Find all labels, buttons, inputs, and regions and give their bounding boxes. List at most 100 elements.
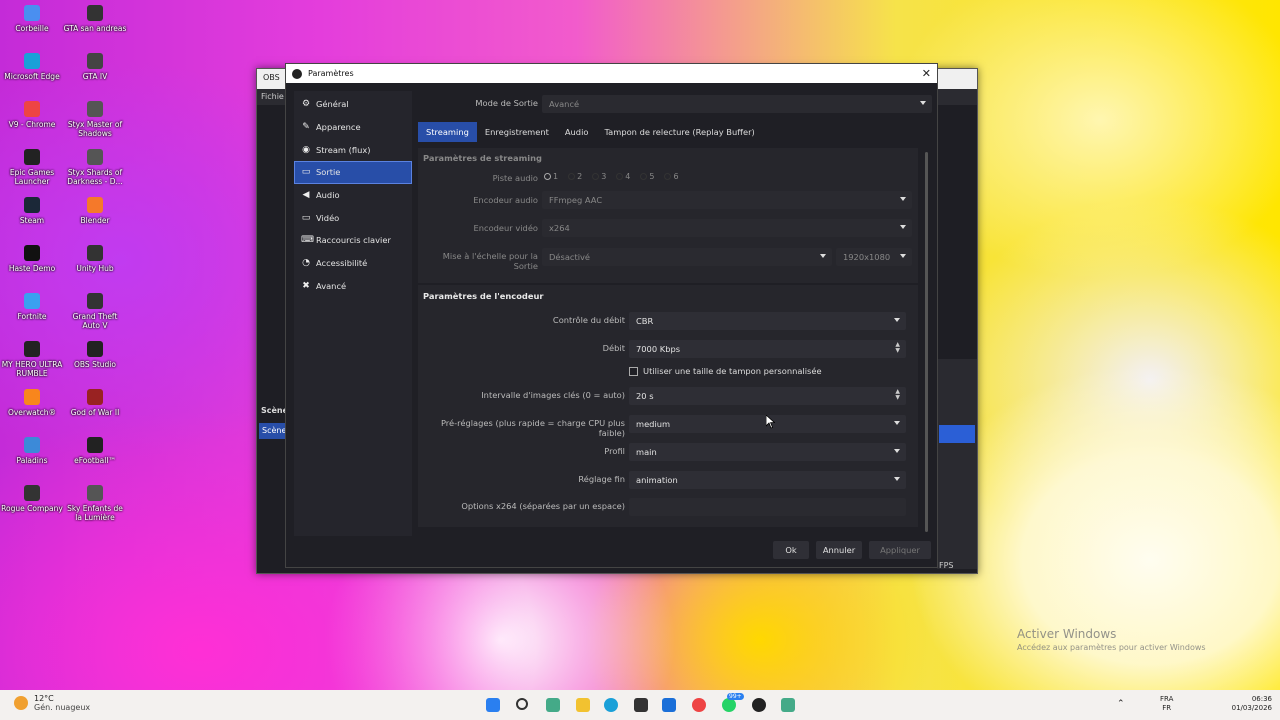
audio-track-radio[interactable]: 3 bbox=[592, 172, 606, 181]
profile-select[interactable]: main bbox=[629, 443, 906, 461]
desktop-icon[interactable]: GTA san andreas bbox=[63, 5, 127, 33]
desktop-icon[interactable]: eFootball™ bbox=[63, 437, 127, 465]
tab-3[interactable]: Tampon de relecture (Replay Buffer) bbox=[596, 122, 762, 142]
app-icon[interactable] bbox=[781, 698, 795, 712]
app-icon bbox=[24, 293, 40, 309]
desktop-icon[interactable]: Paladins bbox=[0, 437, 64, 465]
close-icon[interactable]: ✕ bbox=[922, 67, 931, 80]
desktop-icon[interactable]: Blender bbox=[63, 197, 127, 225]
output-mode-select[interactable]: Avancé bbox=[542, 95, 932, 113]
audio-track-radio[interactable]: 2 bbox=[568, 172, 582, 181]
sidebar-item-4[interactable]: ◀ Audio bbox=[294, 184, 412, 207]
desktop-icon-label: GTA IV bbox=[82, 72, 108, 81]
sidebar-item-label: Général bbox=[316, 99, 349, 110]
desktop-icon-label: Sky Enfants de la Lumière bbox=[67, 504, 123, 522]
rescale-select[interactable]: Désactivé bbox=[542, 248, 832, 266]
whatsapp-icon[interactable] bbox=[722, 698, 736, 712]
desktop-icon[interactable]: GTA IV bbox=[63, 53, 127, 81]
desktop-icon[interactable]: Styx Shards of Darkness - D... bbox=[63, 149, 127, 186]
search-icon[interactable] bbox=[516, 698, 528, 710]
sidebar-item-5[interactable]: ▭ Vidéo bbox=[294, 206, 412, 229]
desktop-icon[interactable]: Epic Games Launcher bbox=[0, 149, 64, 186]
audio-track-radio[interactable]: 5 bbox=[640, 172, 654, 181]
tune-label: Réglage fin bbox=[578, 474, 625, 484]
desktop-icon[interactable]: Microsoft Edge bbox=[0, 53, 64, 81]
radio-icon bbox=[640, 173, 648, 180]
sidebar-icon: ⌨ bbox=[301, 235, 314, 246]
sidebar-icon: ▭ bbox=[301, 167, 311, 178]
app-icon bbox=[87, 53, 103, 69]
app-icon bbox=[87, 389, 103, 405]
settings-scrollbar[interactable] bbox=[925, 152, 928, 532]
audio-encoder-select[interactable]: FFmpeg AAC bbox=[542, 191, 912, 209]
sidebar-item-6[interactable]: ⌨ Raccourcis clavier bbox=[294, 229, 412, 252]
sidebar-item-7[interactable]: ◔ Accessibilité bbox=[294, 252, 412, 275]
desktop-icon[interactable]: Fortnite bbox=[0, 293, 64, 321]
audio-track-radio[interactable]: 4 bbox=[616, 172, 630, 181]
start-icon[interactable] bbox=[486, 698, 500, 712]
desktop-icon[interactable]: Haste Demo bbox=[0, 245, 64, 273]
spin-arrows-icon[interactable]: ▲ ▼ bbox=[895, 342, 900, 354]
desktop-icon[interactable]: V9 - Chrome bbox=[0, 101, 64, 129]
tab-0[interactable]: Streaming bbox=[418, 122, 477, 142]
rescale-resolution-select[interactable]: 1920x1080 bbox=[836, 248, 912, 266]
app-icon bbox=[87, 197, 103, 213]
spin-arrows-icon[interactable]: ▲ ▼ bbox=[895, 389, 900, 401]
desktop-icon[interactable]: Sky Enfants de la Lumière bbox=[63, 485, 127, 522]
desktop-icon[interactable]: God of War II bbox=[63, 389, 127, 417]
tab-1[interactable]: Enregistrement bbox=[477, 122, 557, 142]
desktop-icon[interactable]: Unity Hub bbox=[63, 245, 127, 273]
sidebar-item-8[interactable]: ✖ Avancé bbox=[294, 275, 412, 298]
desktop-icon[interactable]: Steam bbox=[0, 197, 64, 225]
tune-select[interactable]: animation bbox=[629, 471, 906, 489]
rate-control-select[interactable]: CBR bbox=[629, 312, 906, 330]
audio-track-radio[interactable]: 1 bbox=[544, 172, 558, 181]
sidebar-item-1[interactable]: ✎ Apparence bbox=[294, 116, 412, 139]
x264-options-input[interactable] bbox=[629, 498, 906, 516]
mail-icon[interactable] bbox=[662, 698, 676, 712]
desktop-icon-label: Microsoft Edge bbox=[4, 72, 60, 81]
video-encoder-select[interactable]: x264 bbox=[542, 219, 912, 237]
edge-icon[interactable] bbox=[604, 698, 618, 712]
desktop-icon[interactable]: Rogue Company bbox=[0, 485, 64, 513]
desktop-icon[interactable]: MY HERO ULTRA RUMBLE bbox=[0, 341, 64, 378]
sidebar-item-0[interactable]: ⚙ Général bbox=[294, 93, 412, 116]
sidebar-item-3[interactable]: ▭ Sortie bbox=[294, 161, 412, 184]
sidebar-item-label: Accessibilité bbox=[316, 258, 368, 269]
weather-widget[interactable]: 12°C Gén. nuageux bbox=[14, 694, 90, 712]
keyframe-spinbox[interactable]: 20 s ▲ ▼ bbox=[629, 387, 906, 405]
menu-fichier[interactable]: Fichie bbox=[261, 92, 284, 101]
app-icon bbox=[87, 437, 103, 453]
clock[interactable]: 06:36 01/03/2026 bbox=[1228, 695, 1272, 713]
custom-buffer-checkbox[interactable] bbox=[629, 366, 638, 376]
chrome-icon[interactable] bbox=[692, 698, 706, 712]
cancel-button[interactable]: Annuler bbox=[816, 541, 862, 559]
tab-2[interactable]: Audio bbox=[557, 122, 597, 142]
file-explorer-icon[interactable] bbox=[576, 698, 590, 712]
desktop-icon-label: GTA san andreas bbox=[63, 24, 127, 33]
chevron-down-icon bbox=[894, 318, 900, 322]
audio-track-radio[interactable]: 6 bbox=[664, 172, 679, 181]
apply-button[interactable]: Appliquer bbox=[869, 541, 931, 559]
widgets-icon[interactable] bbox=[546, 698, 560, 712]
sidebar-icon: ✖ bbox=[302, 280, 310, 291]
store-icon[interactable] bbox=[634, 698, 648, 712]
obs-scene-item[interactable]: Scène bbox=[259, 423, 287, 439]
desktop-icon[interactable]: Grand Theft Auto V bbox=[63, 293, 127, 330]
bitrate-spinbox[interactable]: 7000 Kbps ▲ ▼ bbox=[629, 340, 906, 358]
chevron-down-icon bbox=[894, 477, 900, 481]
chevron-down-icon bbox=[900, 225, 906, 229]
ok-button[interactable]: Ok bbox=[773, 541, 809, 559]
lang-indicator[interactable]: FRA FR bbox=[1160, 695, 1173, 713]
desktop-icon[interactable]: Corbeille bbox=[0, 5, 64, 33]
app-icon bbox=[24, 245, 40, 261]
desktop-icon[interactable]: Styx Master of Shadows bbox=[63, 101, 127, 138]
tray-chevron-icon[interactable]: ⌃ bbox=[1117, 699, 1125, 709]
desktop-icon[interactable]: Overwatch® bbox=[0, 389, 64, 417]
sidebar-item-label: Avancé bbox=[316, 280, 347, 291]
audio-encoder-label: Encodeur audio bbox=[473, 195, 538, 205]
obs-right-highlight[interactable] bbox=[939, 425, 975, 443]
sidebar-item-2[interactable]: ◉ Stream (flux) bbox=[294, 138, 412, 161]
obs-taskbar-icon[interactable] bbox=[752, 698, 766, 712]
desktop-icon[interactable]: OBS Studio bbox=[63, 341, 127, 369]
